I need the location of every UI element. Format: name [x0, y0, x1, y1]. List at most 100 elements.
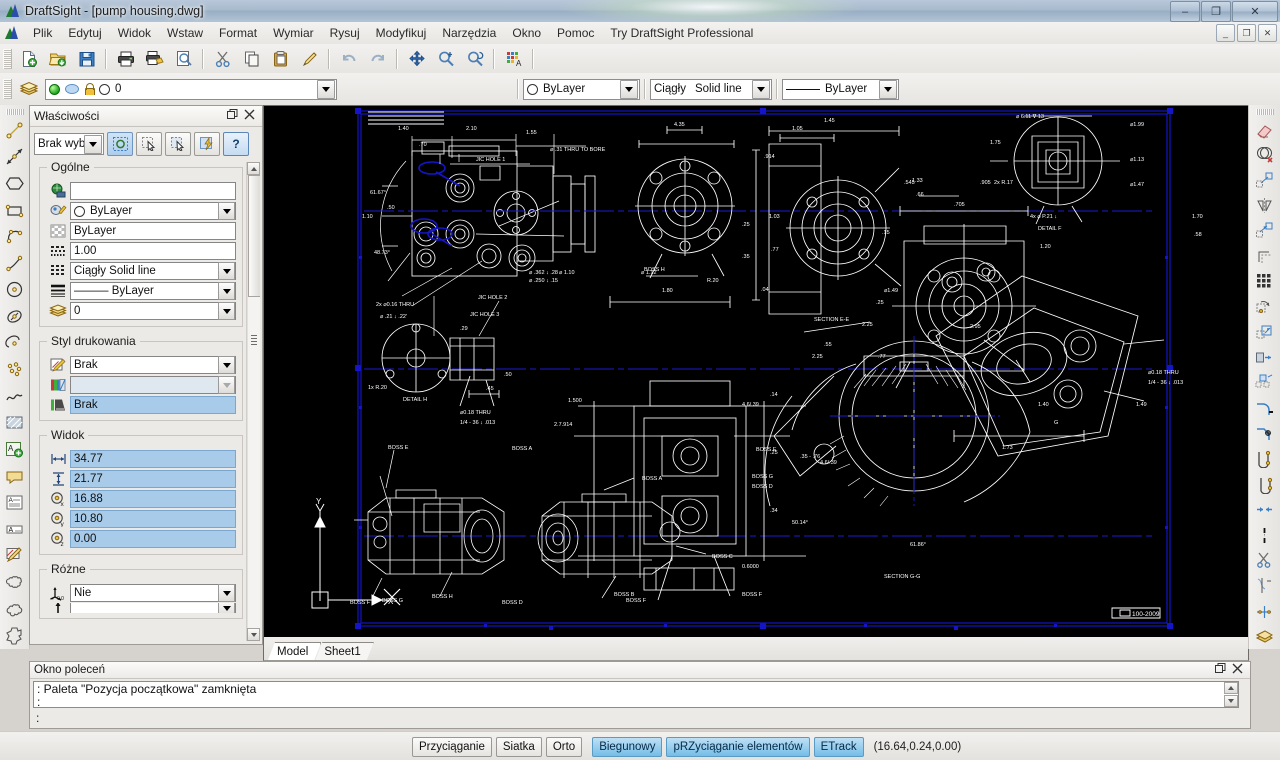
mirror-icon[interactable]	[1251, 193, 1278, 218]
edit-spline-icon[interactable]	[1251, 573, 1278, 598]
hatch-icon[interactable]	[1, 410, 28, 437]
lineweight-field[interactable]: ——— ByLayer	[70, 282, 236, 300]
chevron-down-icon[interactable]	[218, 603, 235, 613]
edit-hatch-icon[interactable]	[1251, 548, 1278, 573]
erase-icon[interactable]	[1251, 117, 1278, 142]
stretch-icon[interactable]	[1251, 345, 1278, 370]
menu-item-try-professional[interactable]: Try DraftSight Professional	[602, 23, 761, 43]
printstyle-field[interactable]: Brak	[70, 356, 236, 374]
circle-icon[interactable]	[1, 277, 28, 304]
linestyle-field[interactable]: Ciągły Solid line	[70, 262, 236, 280]
ucs-direction-field[interactable]	[70, 603, 236, 613]
scrollbar-track[interactable]	[247, 175, 261, 628]
etrack-toggle-button[interactable]: ETrack	[814, 737, 864, 757]
zoom-in-icon[interactable]	[432, 46, 459, 72]
quick-modify-button[interactable]	[194, 132, 220, 156]
close-icon[interactable]	[1229, 663, 1246, 677]
property-row[interactable]: 34.77	[46, 449, 236, 469]
restore-button[interactable]: ❐	[1201, 1, 1231, 22]
mdi-close-button[interactable]: ✕	[1258, 24, 1277, 42]
property-row[interactable]: 1.00	[46, 241, 236, 261]
selection-combo[interactable]: Brak wyb	[34, 133, 104, 155]
polygon-icon[interactable]	[1, 170, 28, 197]
pick-multiple-button[interactable]	[165, 132, 191, 156]
gradient-icon[interactable]	[1, 543, 28, 570]
property-row[interactable]: x 16.88	[46, 489, 236, 509]
line-icon[interactable]	[1, 117, 28, 144]
zoom-previous-icon[interactable]	[461, 46, 488, 72]
pan-icon[interactable]	[403, 46, 430, 72]
tab-model[interactable]: Model	[268, 642, 321, 660]
chevron-down-icon[interactable]	[218, 282, 235, 300]
property-row[interactable]	[46, 603, 236, 613]
unlock-icon[interactable]	[84, 84, 94, 95]
menu-item-plik[interactable]: Plik	[25, 23, 60, 43]
toolbar-grip[interactable]	[3, 49, 12, 69]
color-combo[interactable]: ByLayer	[523, 79, 640, 100]
transparency-field[interactable]: ByLayer	[70, 222, 236, 240]
scale-icon[interactable]	[1251, 319, 1278, 344]
offset-icon[interactable]	[1251, 243, 1278, 268]
property-row[interactable]: Brak	[46, 395, 236, 415]
property-row[interactable]	[46, 181, 236, 201]
scroll-up-button[interactable]	[1224, 682, 1238, 694]
chevron-down-icon[interactable]	[218, 202, 235, 220]
property-row[interactable]: y 10.80	[46, 509, 236, 529]
command-history-scrollbar[interactable]	[1224, 682, 1238, 707]
region-icon[interactable]	[1, 622, 28, 649]
construction-line-icon[interactable]	[1, 144, 28, 171]
center-x-field[interactable]: 16.88	[70, 490, 236, 508]
quick-select-button[interactable]	[107, 132, 133, 156]
property-row[interactable]: 21.77	[46, 469, 236, 489]
chevron-down-icon[interactable]	[84, 135, 102, 154]
menu-item-modyfikuj[interactable]: Modyfikuj	[368, 23, 435, 43]
paste-icon[interactable]	[267, 46, 294, 72]
help-button[interactable]: ?	[223, 132, 249, 156]
mdi-restore-button[interactable]: ❐	[1237, 24, 1256, 42]
property-row[interactable]: ByLayer	[46, 201, 236, 221]
arc-icon[interactable]	[1, 223, 28, 250]
fillet-icon[interactable]	[1251, 396, 1278, 421]
dock-icon[interactable]	[224, 109, 241, 123]
snap-toggle-button[interactable]: Przyciąganie	[412, 737, 492, 757]
zoom-preview-icon[interactable]	[170, 46, 197, 72]
copy-icon[interactable]	[238, 46, 265, 72]
menu-item-wymiar[interactable]: Wymiar	[265, 23, 322, 43]
ortho-toggle-button[interactable]: Orto	[546, 737, 582, 757]
menu-item-narzedzia[interactable]: Narzędzia	[434, 23, 504, 43]
pattern-array-icon[interactable]	[1251, 269, 1278, 294]
edit-polyline-icon[interactable]	[1251, 598, 1278, 623]
rotate-icon[interactable]	[1251, 294, 1278, 319]
pick-entity-button[interactable]	[136, 132, 162, 156]
rectangle-icon[interactable]	[1, 197, 28, 224]
spline-arc-icon[interactable]	[1, 250, 28, 277]
property-row[interactable]: z 0.00	[46, 529, 236, 549]
property-row[interactable]: Ciągły Solid line	[46, 261, 236, 281]
copy-entity-icon[interactable]	[1251, 167, 1278, 192]
point-cloud-icon[interactable]	[1, 356, 28, 383]
properties-scrollbar[interactable]	[246, 162, 260, 641]
scroll-up-button[interactable]	[247, 162, 260, 175]
property-row[interactable]: ByLayer	[46, 221, 236, 241]
toolbar-grip[interactable]	[1256, 109, 1274, 115]
scrollbar-thumb[interactable]	[248, 175, 261, 297]
chamfer-icon[interactable]	[1251, 421, 1278, 446]
trim-icon[interactable]	[1251, 446, 1278, 471]
polar-toggle-button[interactable]: Biegunowy	[592, 737, 662, 757]
ellipse-arc-icon[interactable]	[1, 330, 28, 357]
mdi-minimize-button[interactable]: _	[1216, 24, 1235, 42]
spline-icon[interactable]	[1, 383, 28, 410]
grid-toggle-button[interactable]: Siatka	[496, 737, 542, 757]
save-file-icon[interactable]	[73, 46, 100, 72]
chevron-down-icon[interactable]	[218, 356, 235, 374]
undo-icon[interactable]	[335, 46, 362, 72]
drawing-canvas[interactable]: 1.402.101.55 .70 61.67°48.73° 1.10.50 ⌀ …	[263, 105, 1249, 661]
lightbulb-on-icon[interactable]	[49, 84, 60, 95]
toolbar-grip[interactable]	[3, 79, 12, 99]
layer-combo[interactable]: 0	[45, 79, 337, 100]
view-width-field[interactable]: 34.77	[70, 450, 236, 468]
entity-field[interactable]	[70, 182, 236, 200]
cad-drawing[interactable]: 1.402.101.55 .70 61.67°48.73° 1.10.50 ⌀ …	[264, 106, 1248, 660]
ellipse-icon[interactable]	[1, 303, 28, 330]
block-editor-icon[interactable]	[1251, 624, 1278, 649]
